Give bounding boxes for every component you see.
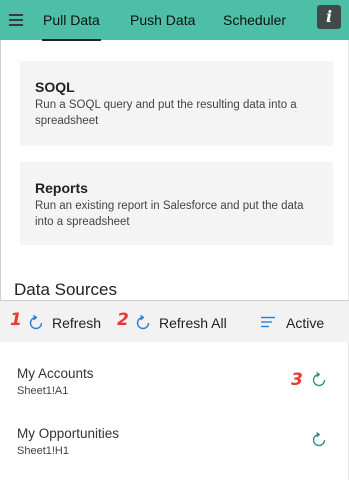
data-sources-title: Data Sources [14, 280, 117, 299]
annotation-marker-3: 3 [291, 370, 303, 390]
soql-card-description: Run a SOQL query and put the resulting d… [35, 99, 297, 127]
data-source-range: Sheet1!A1 [17, 385, 69, 397]
data-source-name: My Opportunities [17, 426, 120, 441]
refresh-button[interactable]: Refresh [52, 315, 101, 331]
data-sources-toolbar: 1 Refresh 2 Refresh All Active [0, 300, 349, 342]
top-nav-bar: Pull Data Push Data Scheduler i [0, 0, 349, 41]
row-refresh-icon[interactable] [310, 371, 328, 389]
left-divider [0, 40, 1, 300]
annotation-marker-2: 2 [117, 310, 129, 330]
active-filter-button[interactable]: Active [286, 315, 324, 331]
tab-push-data[interactable]: Push Data [130, 12, 195, 28]
hamburger-menu-icon[interactable] [9, 14, 23, 26]
tab-pull-data[interactable]: Pull Data [42, 12, 101, 41]
soql-card[interactable]: SOQL Run a SOQL query and put the result… [20, 61, 333, 146]
annotation-marker-1: 1 [10, 310, 22, 330]
tab-scheduler[interactable]: Scheduler [223, 12, 286, 28]
reports-card-title: Reports [35, 180, 88, 196]
soql-card-title: SOQL [35, 79, 75, 95]
refresh-all-button[interactable]: Refresh All [159, 315, 227, 331]
reports-card[interactable]: Reports Run an existing report in Salesf… [20, 162, 333, 245]
data-source-name: My Accounts [17, 366, 94, 381]
refresh-all-icon[interactable] [134, 314, 152, 332]
row-refresh-icon[interactable] [310, 431, 328, 449]
reports-card-description: Run an existing report in Salesforce and… [35, 200, 304, 228]
data-source-range: Sheet1!H1 [17, 445, 69, 457]
filter-lines-icon[interactable] [260, 315, 276, 329]
refresh-icon[interactable] [27, 314, 45, 332]
info-button[interactable]: i [317, 5, 341, 29]
